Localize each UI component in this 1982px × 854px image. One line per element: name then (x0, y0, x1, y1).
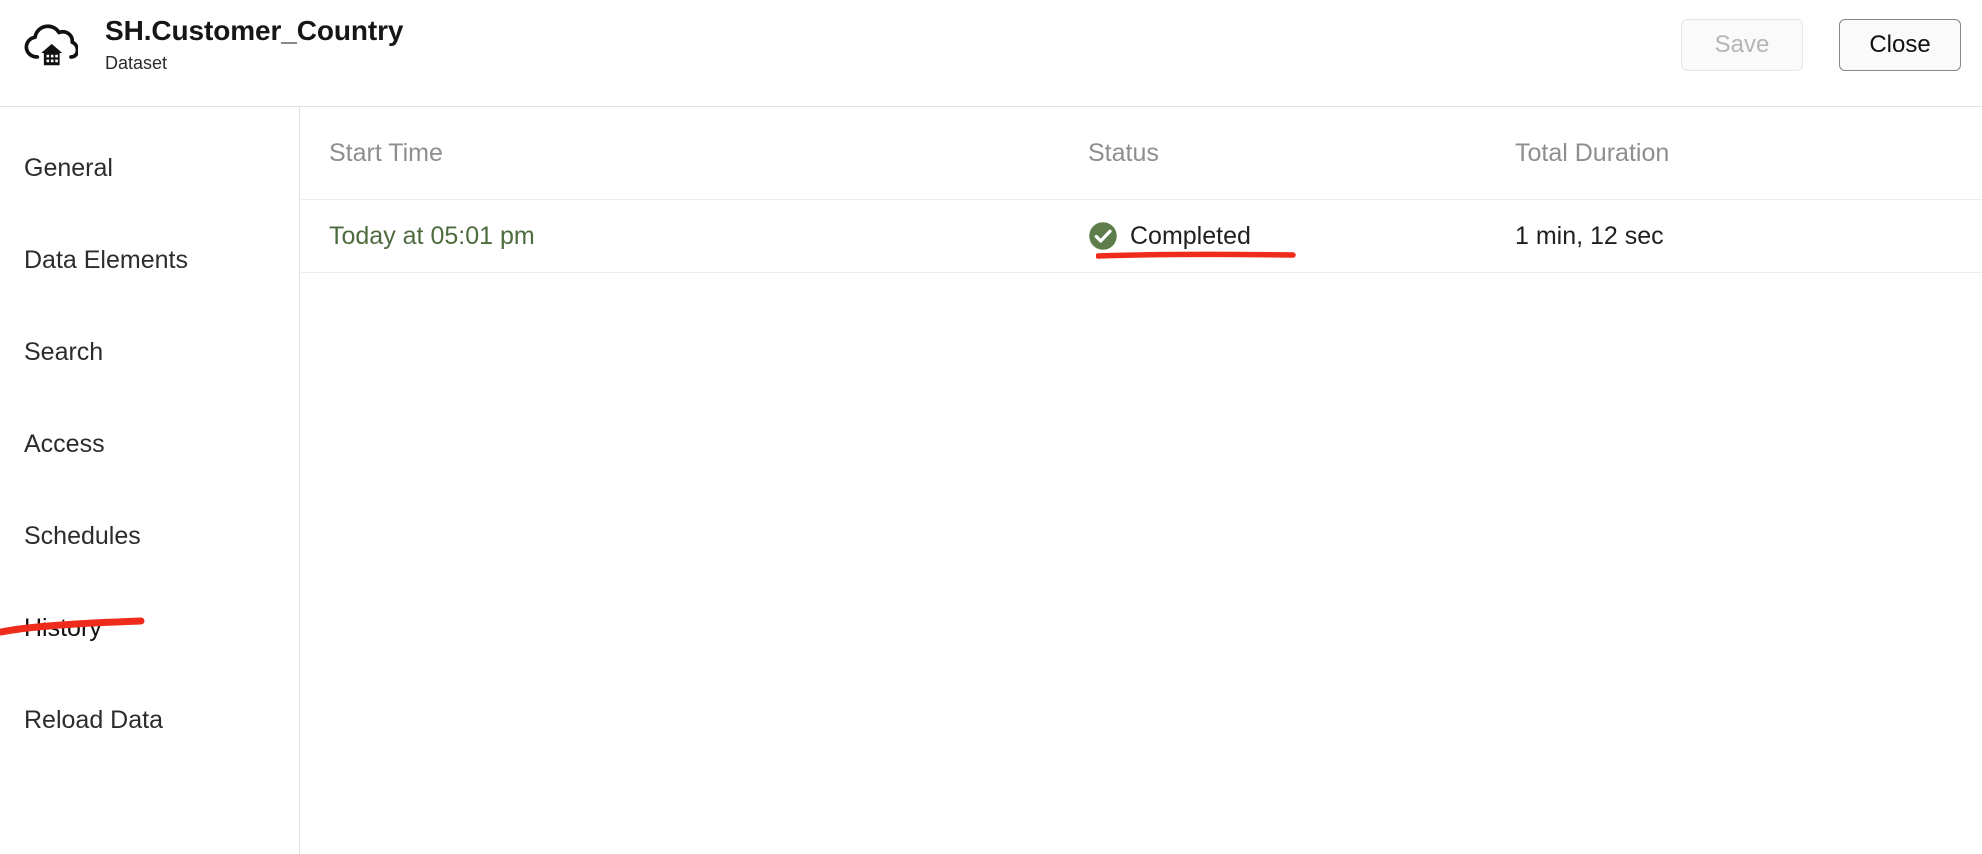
status-badge: Completed (1130, 222, 1251, 250)
sidebar-item-general[interactable]: General (24, 153, 113, 183)
settings-sidebar: General Data Elements Search Access Sche… (0, 107, 300, 854)
sidebar-item-data-elements[interactable]: Data Elements (24, 245, 188, 275)
sidebar-item-search[interactable]: Search (24, 337, 103, 367)
header-actions: Save Close (1681, 19, 1961, 71)
table-header-row: Start Time Status Total Duration (301, 107, 1982, 200)
sidebar-item-reload-data[interactable]: Reload Data (24, 705, 163, 735)
cell-total-duration: 1 min, 12 sec (1515, 222, 1664, 250)
app-header: SH.Customer_Country Dataset Save Close (0, 0, 1982, 107)
page-subtitle: Dataset (105, 53, 168, 73)
sidebar-item-schedules[interactable]: Schedules (24, 521, 141, 551)
cell-start-time: Today at 05:01 pm (329, 221, 535, 251)
history-table: Start Time Status Total Duration Today a… (301, 107, 1982, 273)
column-header-status: Status (1088, 139, 1159, 167)
table-row[interactable]: Today at 05:01 pm Completed 1 min, 12 se… (301, 200, 1982, 273)
column-header-total-duration: Total Duration (1515, 139, 1670, 167)
header-title-group: SH.Customer_Country Dataset (22, 14, 403, 74)
check-circle-icon (1088, 221, 1118, 251)
title-block: SH.Customer_Country Dataset (105, 14, 403, 74)
start-time-link[interactable]: Today at 05:01 pm (329, 221, 535, 251)
history-panel: Start Time Status Total Duration Today a… (301, 107, 1982, 854)
column-header-start-time: Start Time (329, 139, 443, 167)
save-button[interactable]: Save (1681, 19, 1803, 71)
sidebar-item-history[interactable]: History (24, 613, 102, 643)
close-button[interactable]: Close (1839, 19, 1961, 71)
cloud-warehouse-icon (22, 18, 80, 74)
cell-status: Completed (1088, 221, 1251, 251)
page-title: SH.Customer_Country (105, 15, 404, 46)
sidebar-item-access[interactable]: Access (24, 429, 105, 459)
